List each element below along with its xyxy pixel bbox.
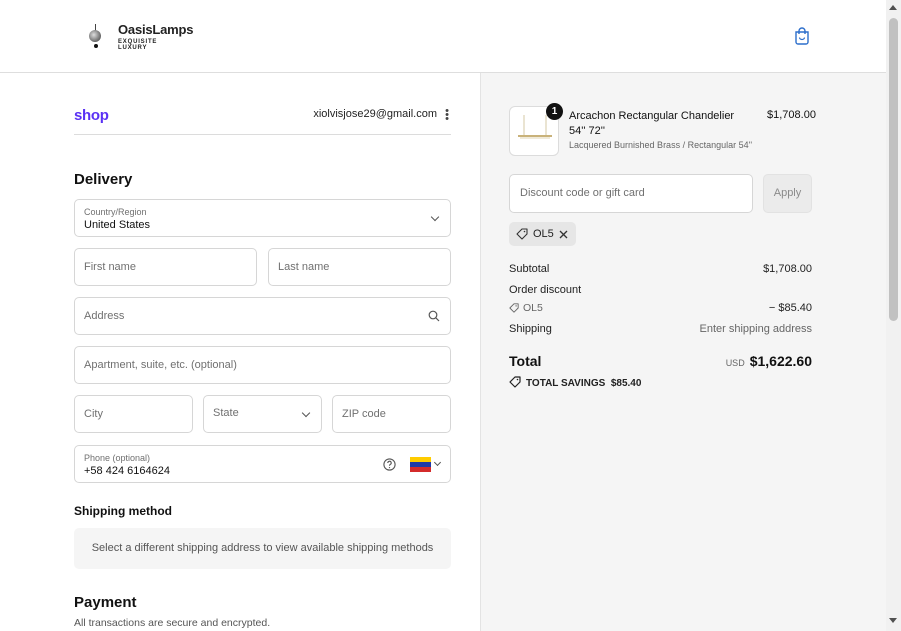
delivery-heading: Delivery bbox=[74, 171, 133, 188]
applied-discount-chip: OL5 bbox=[509, 222, 576, 246]
country-value: United States bbox=[84, 219, 151, 231]
payment-subtitle: All transactions are secure and encrypte… bbox=[74, 617, 271, 629]
total-row: Total USD $1,622.60 bbox=[509, 353, 812, 373]
scroll-down-arrow-icon[interactable] bbox=[889, 618, 897, 623]
phone-value: +58 424 6164624 bbox=[84, 465, 170, 477]
kebab-menu-icon[interactable]: • • • bbox=[443, 106, 451, 125]
state-placeholder: State bbox=[213, 407, 239, 419]
order-discount-value: − $85.40 bbox=[768, 302, 812, 314]
tag-icon bbox=[516, 228, 528, 240]
phone-field[interactable]: Phone (optional) +58 424 6164624 bbox=[74, 445, 451, 483]
account-email: xiolvisjose29@gmail.com bbox=[313, 108, 437, 120]
last-name-placeholder: Last name bbox=[278, 261, 330, 273]
total-savings-label: TOTAL SAVINGS bbox=[526, 378, 606, 389]
first-name-placeholder: First name bbox=[84, 261, 136, 273]
state-select[interactable]: State bbox=[203, 395, 322, 433]
address-field[interactable]: Address bbox=[74, 297, 451, 335]
scrollbar-thumb[interactable] bbox=[889, 18, 898, 321]
page-scrollbar[interactable] bbox=[886, 0, 901, 631]
brand-tagline: EXQUISITE LUXURY bbox=[118, 39, 158, 51]
help-icon[interactable] bbox=[383, 458, 396, 471]
discount-placeholder: Discount code or gift card bbox=[520, 187, 645, 199]
tag-icon bbox=[509, 303, 519, 313]
subtotal-label: Subtotal bbox=[509, 263, 550, 275]
city-field[interactable]: City bbox=[74, 395, 193, 433]
address-placeholder: Address bbox=[84, 310, 125, 322]
quantity-badge: 1 bbox=[546, 103, 563, 120]
close-icon[interactable] bbox=[559, 230, 568, 239]
payment-heading: Payment bbox=[74, 594, 137, 611]
apartment-field[interactable]: Apartment, suite, etc. (optional) bbox=[74, 346, 451, 384]
order-discount-label: Order discount bbox=[509, 284, 582, 296]
country-select[interactable]: Country/Region United States bbox=[74, 199, 451, 237]
zip-field[interactable]: ZIP code bbox=[332, 395, 451, 433]
order-summary-panel bbox=[480, 73, 886, 631]
product-name: Arcachon Rectangular Chandelier 54'' 72'… bbox=[569, 110, 735, 137]
total-amount: $1,622.60 bbox=[749, 353, 812, 369]
total-savings-row: TOTAL SAVINGS $85.40 bbox=[509, 376, 641, 389]
shipping-value: Enter shipping address bbox=[699, 323, 812, 335]
country-label: Country/Region bbox=[84, 207, 147, 217]
apply-discount-button[interactable]: Apply bbox=[763, 174, 812, 213]
lamp-logo-icon bbox=[86, 22, 106, 48]
zip-placeholder: ZIP code bbox=[342, 408, 386, 420]
subtotal-value: $1,708.00 bbox=[763, 263, 812, 275]
brand-logo[interactable]: OasisLamps EXQUISITE LUXURY bbox=[86, 22, 194, 51]
discount-code-input[interactable]: Discount code or gift card bbox=[509, 174, 753, 213]
chevron-down-icon bbox=[430, 212, 440, 222]
product-price: $1,708.00 bbox=[767, 109, 816, 121]
applied-discount-code: OL5 bbox=[533, 228, 554, 240]
total-label: Total bbox=[509, 353, 542, 369]
shipping-method-heading: Shipping method bbox=[74, 504, 172, 518]
shipping-method-notice: Select a different shipping address to v… bbox=[74, 528, 451, 569]
chevron-down-icon bbox=[433, 458, 442, 467]
chevron-down-icon bbox=[301, 408, 311, 418]
shopping-bag-icon[interactable] bbox=[794, 27, 810, 45]
city-placeholder: City bbox=[84, 408, 103, 420]
apartment-placeholder: Apartment, suite, etc. (optional) bbox=[84, 359, 237, 371]
search-icon bbox=[428, 310, 440, 322]
product-variant: Lacquered Burnished Brass / Rectangular … bbox=[569, 140, 753, 150]
site-header: OasisLamps EXQUISITE LUXURY bbox=[0, 0, 886, 73]
last-name-field[interactable]: Last name bbox=[268, 248, 451, 286]
shipping-label: Shipping bbox=[509, 323, 552, 335]
savings-tag-icon bbox=[509, 376, 521, 388]
total-currency: USD bbox=[725, 358, 745, 368]
order-discount-code: OL5 bbox=[523, 302, 543, 314]
venezuela-flag-icon[interactable] bbox=[410, 457, 431, 472]
shop-pay-logo: shop bbox=[74, 107, 109, 124]
brand-name: OasisLamps bbox=[118, 22, 194, 37]
account-row: shop xiolvisjose29@gmail.com • • • bbox=[74, 105, 451, 135]
phone-label: Phone (optional) bbox=[84, 453, 151, 463]
first-name-field[interactable]: First name bbox=[74, 248, 257, 286]
total-savings-value: $85.40 bbox=[610, 378, 642, 389]
scroll-up-arrow-icon[interactable] bbox=[889, 5, 897, 10]
